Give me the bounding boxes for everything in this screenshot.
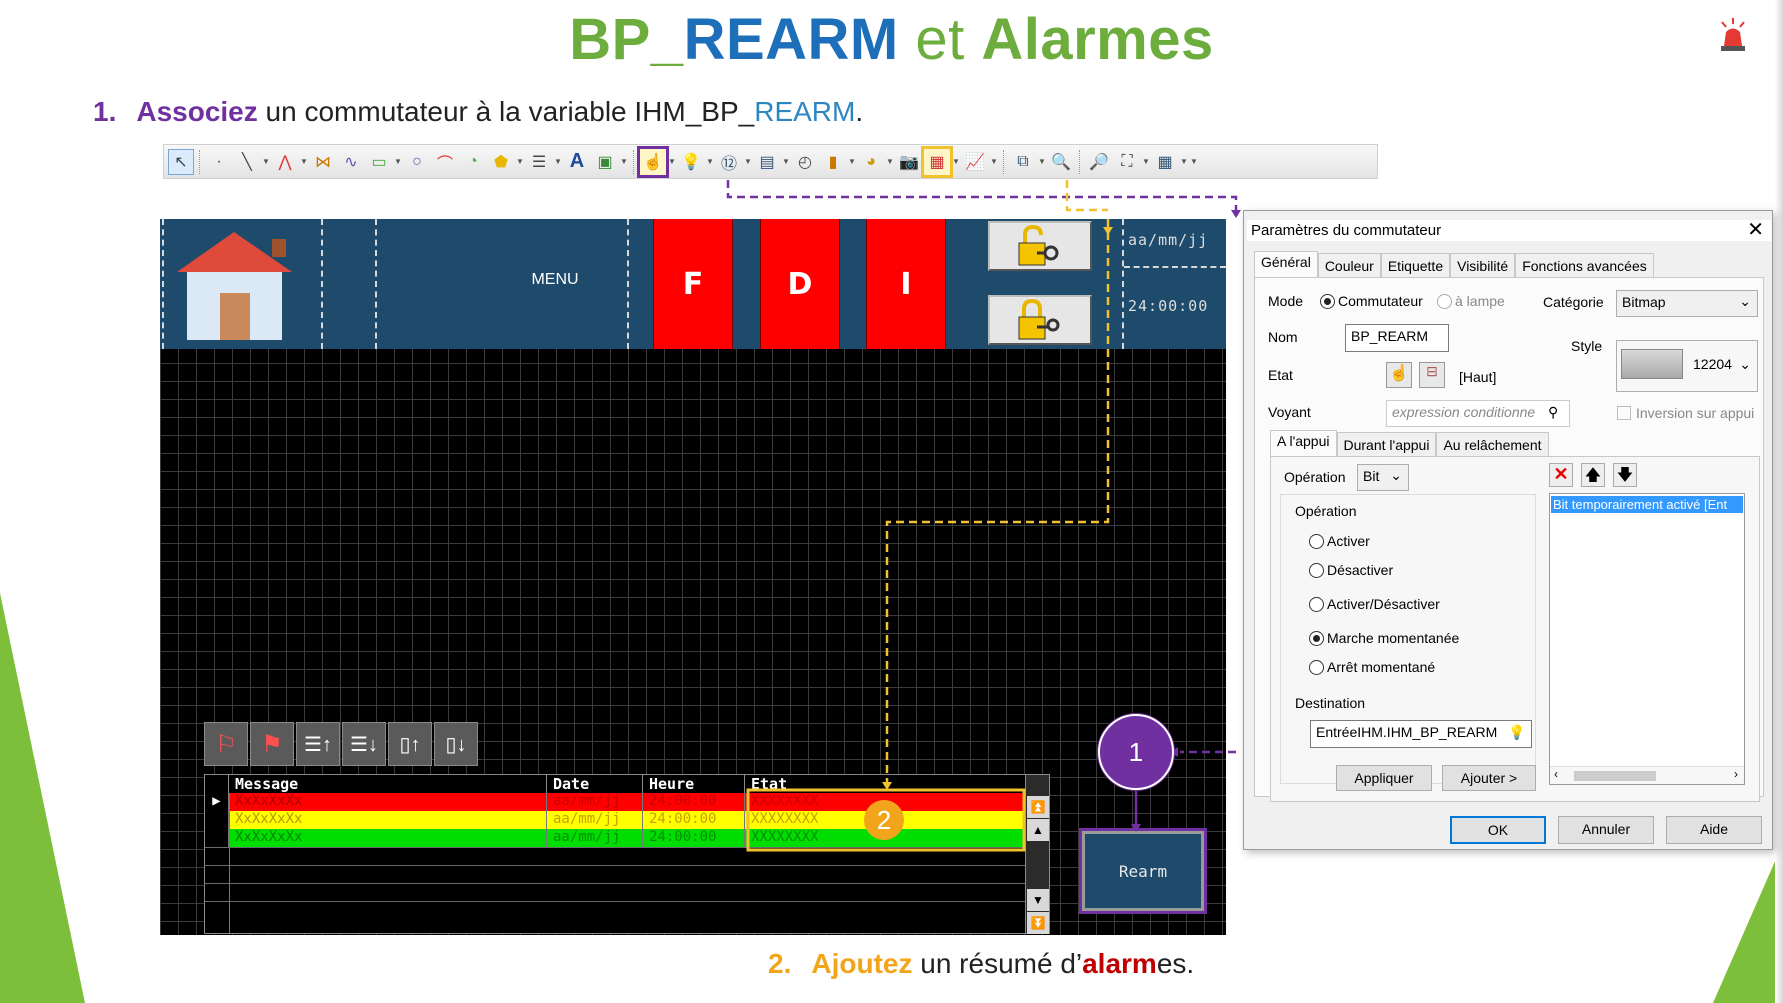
step-badge-2: 2	[864, 800, 904, 840]
tab-general[interactable]: Général	[1254, 251, 1318, 278]
step2-verb: Ajoutez	[811, 948, 913, 979]
operation-type-label: Opération	[1284, 469, 1346, 485]
radio-empty-icon	[1309, 534, 1324, 549]
op-activer-desactiver-radio[interactable]: Activer/Désactiver	[1309, 596, 1440, 612]
ajouter-button[interactable]: Ajouter >	[1442, 765, 1536, 791]
step2-end: es.	[1156, 948, 1195, 979]
nom-label: Nom	[1268, 329, 1298, 345]
nom-field[interactable]: BP_REARM	[1345, 324, 1449, 352]
action-list-item[interactable]: Bit temporairement activé [Ent	[1551, 496, 1743, 513]
radio-selected-icon	[1309, 631, 1324, 646]
style-label: Style	[1571, 338, 1603, 354]
step2-instruction: 2. Ajoutez un résumé d’alarmes.	[768, 948, 1194, 980]
scrollbar-thumb[interactable]	[1574, 771, 1656, 781]
operation-type-select[interactable]: Bit ⌄	[1357, 464, 1409, 491]
etat-off-icon[interactable]: ⊟	[1419, 362, 1445, 388]
categorie-select[interactable]: Bitmap ⌄	[1616, 290, 1758, 317]
tab-etiquette[interactable]: Etiquette	[1380, 253, 1451, 278]
style-select[interactable]: 12204 ⌄	[1616, 340, 1758, 392]
mode-lampe-label: à lampe	[1455, 293, 1505, 309]
op-marche-radio[interactable]: Marche momentanée	[1309, 630, 1459, 646]
categorie-label: Catégorie	[1543, 294, 1604, 310]
move-up-icon[interactable]: 🡅	[1581, 463, 1605, 487]
checkbox-icon	[1617, 406, 1631, 420]
op-activer-radio[interactable]: Activer	[1309, 533, 1370, 549]
dialog-title: Paramètres du commutateur	[1247, 220, 1771, 241]
etat-on-icon[interactable]: ☝	[1386, 362, 1412, 388]
inversion-label: Inversion sur appui	[1636, 405, 1755, 421]
action-list[interactable]: Bit temporairement activé [Ent ‹ ›	[1549, 493, 1745, 785]
subtab-au-relachement[interactable]: Au relâchement	[1436, 432, 1549, 457]
style-value: 12204	[1693, 356, 1732, 372]
chevron-down-icon: ⌄	[1739, 356, 1751, 372]
move-down-icon[interactable]: 🡇	[1613, 463, 1637, 487]
subtab-durant-lappui[interactable]: Durant l'appui	[1336, 432, 1437, 457]
tab-visibilite[interactable]: Visibilité	[1450, 253, 1516, 278]
op-desactiver-radio[interactable]: Désactiver	[1309, 562, 1393, 578]
op-desactiver-label: Désactiver	[1327, 562, 1394, 578]
step2-number: 2.	[768, 948, 792, 979]
step2-highlight: alarm	[1082, 948, 1157, 979]
radio-empty-icon	[1309, 563, 1324, 578]
style-preview	[1621, 349, 1683, 379]
etat-label: Etat	[1268, 367, 1293, 383]
horizontal-scrollbar[interactable]: ‹ ›	[1550, 766, 1744, 784]
radio-empty-icon	[1437, 294, 1452, 309]
annuler-button[interactable]: Annuler	[1558, 816, 1654, 844]
lightbulb-icon[interactable]: 💡	[1508, 724, 1525, 741]
step2-text: un résumé d’	[912, 948, 1083, 979]
tab-fonctions-avancees[interactable]: Fonctions avancées	[1515, 253, 1654, 278]
mode-commutateur-label: Commutateur	[1338, 293, 1423, 309]
scroll-left-icon[interactable]: ‹	[1554, 767, 1558, 781]
appliquer-button[interactable]: Appliquer	[1336, 765, 1432, 791]
tab-couleur[interactable]: Couleur	[1317, 253, 1381, 278]
subtab-a-lappui[interactable]: A l'appui	[1270, 430, 1337, 457]
inversion-checkbox[interactable]: Inversion sur appui	[1617, 405, 1754, 421]
ok-button[interactable]: OK	[1450, 816, 1546, 844]
radio-empty-icon	[1309, 660, 1324, 675]
op-activer-label: Activer	[1327, 533, 1370, 549]
close-icon[interactable]: ✕	[1747, 217, 1764, 242]
voyant-field[interactable]: expression conditionne	[1386, 400, 1570, 427]
op-activer-desactiver-label: Activer/Désactiver	[1327, 596, 1440, 612]
operation-type-value: Bit	[1363, 468, 1380, 484]
voyant-label: Voyant	[1268, 404, 1311, 420]
op-marche-label: Marche momentanée	[1327, 630, 1460, 646]
etat-value: [Haut]	[1459, 369, 1497, 385]
operation-subtabs: A l'appui Durant l'appui Au relâchement	[1270, 430, 1549, 457]
mode-lampe-radio[interactable]: à lampe	[1437, 293, 1505, 309]
radio-selected-icon	[1320, 294, 1335, 309]
radio-empty-icon	[1309, 597, 1324, 612]
step-badge-1: 1	[1098, 714, 1174, 790]
dialog-tabs: Général Couleur Etiquette Visibilité Fon…	[1254, 251, 1654, 278]
destination-field[interactable]: EntréeIHM.IHM_BP_REARM	[1310, 720, 1532, 748]
op-arret-radio[interactable]: Arrêt momentané	[1309, 659, 1435, 675]
chevron-down-icon: ⌄	[1739, 293, 1751, 309]
op-arret-label: Arrêt momentané	[1327, 659, 1436, 675]
scroll-right-icon[interactable]: ›	[1734, 767, 1738, 781]
mode-label: Mode	[1268, 293, 1304, 309]
aide-button[interactable]: Aide	[1666, 816, 1762, 844]
delete-icon[interactable]: ✕	[1549, 463, 1573, 487]
variable-picker-icon[interactable]: ⚲	[1548, 404, 1558, 421]
operation-group-label: Opération	[1295, 503, 1357, 519]
mode-commutateur-radio[interactable]: Commutateur	[1320, 293, 1423, 309]
categorie-value: Bitmap	[1622, 294, 1666, 310]
chevron-down-icon: ⌄	[1390, 467, 1402, 483]
destination-label: Destination	[1295, 695, 1366, 711]
